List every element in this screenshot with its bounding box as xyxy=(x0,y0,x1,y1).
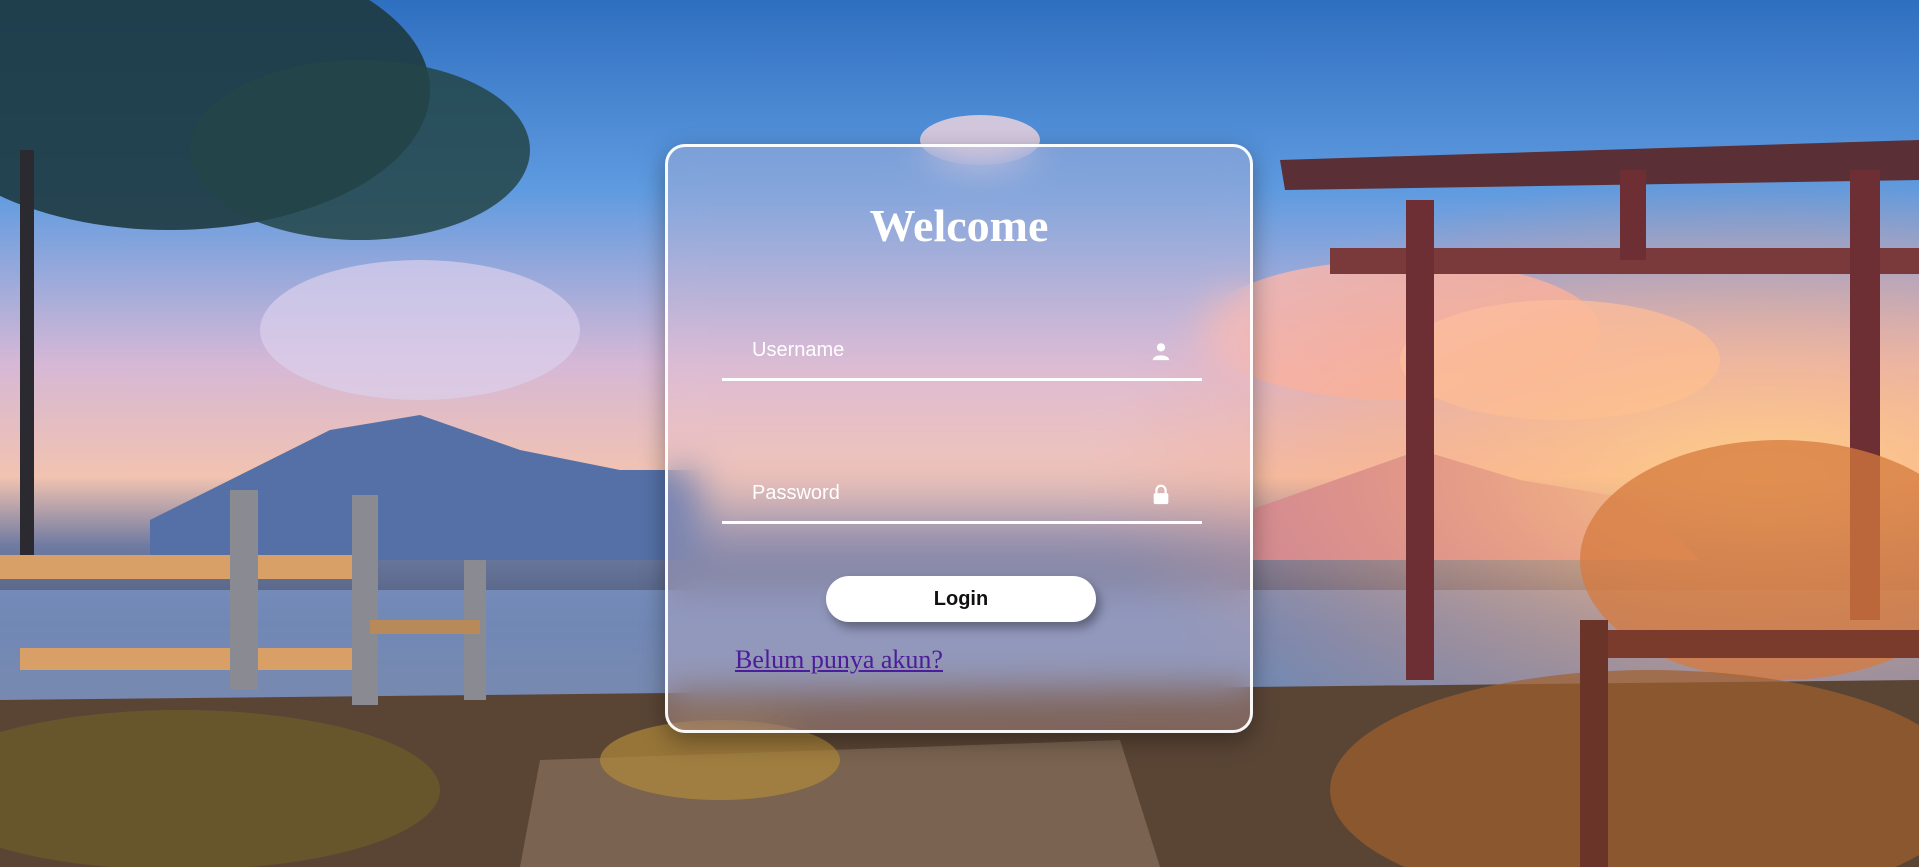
login-button[interactable]: Login xyxy=(826,576,1096,622)
password-input[interactable] xyxy=(722,465,1202,521)
user-icon xyxy=(1150,340,1172,362)
username-field-container xyxy=(722,322,1202,381)
register-link[interactable]: Belum punya akun? xyxy=(735,645,943,675)
password-field-container xyxy=(722,465,1202,524)
username-input[interactable] xyxy=(722,322,1202,378)
lock-icon xyxy=(1150,483,1172,505)
login-card: Welcome Login Belum punya akun? xyxy=(665,144,1253,733)
page-title: Welcome xyxy=(869,200,1049,251)
